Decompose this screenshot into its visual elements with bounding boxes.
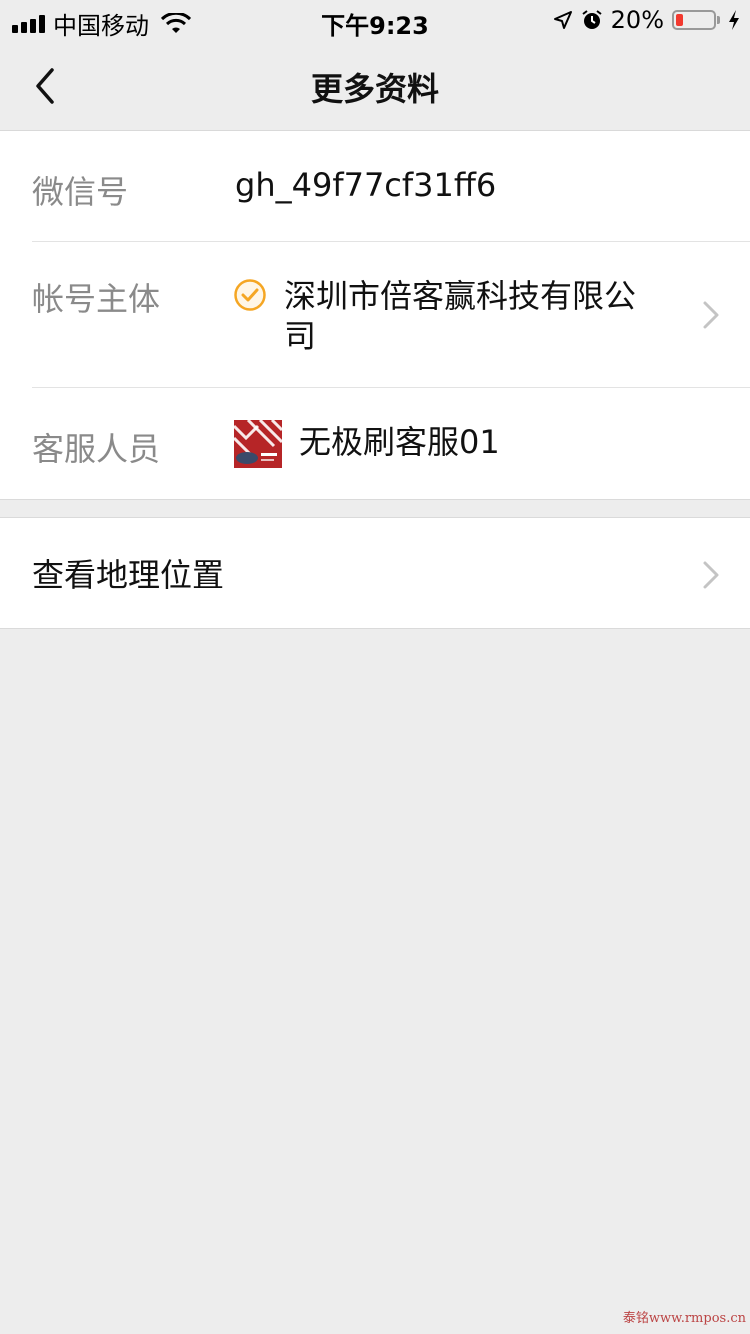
page-title: 更多资料 bbox=[310, 70, 439, 108]
battery-icon bbox=[672, 10, 716, 30]
customer-service-value: 无极刷客服01 bbox=[299, 423, 500, 461]
nav-bar: 更多资料 bbox=[0, 40, 750, 131]
profile-card: 微信号 gh_49f77cf31ff6 帐号主体 深圳市倍客赢科技有限公司 客服… bbox=[0, 131, 750, 500]
view-location-label: 查看地理位置 bbox=[32, 556, 225, 594]
wechat-id-value: gh_49f77cf31ff6 bbox=[235, 166, 497, 204]
view-location-row[interactable]: 查看地理位置 bbox=[0, 517, 750, 629]
entity-label: 帐号主体 bbox=[32, 280, 161, 318]
location-icon bbox=[553, 11, 572, 29]
alarm-icon bbox=[582, 10, 602, 29]
chevron-right-icon bbox=[703, 301, 719, 329]
battery-percent: 20% bbox=[610, 6, 664, 34]
watermark: 泰铭www.rmpos.cn bbox=[622, 1311, 746, 1326]
customer-service-label: 客服人员 bbox=[32, 430, 161, 468]
wechat-id-row: 微信号 gh_49f77cf31ff6 bbox=[0, 131, 750, 241]
customer-service-row[interactable]: 客服人员 无极刷客服01 bbox=[0, 388, 750, 499]
wechat-id-label: 微信号 bbox=[32, 173, 129, 211]
charging-icon bbox=[729, 10, 739, 30]
verified-check-icon bbox=[234, 279, 266, 311]
entity-row[interactable]: 帐号主体 深圳市倍客赢科技有限公司 bbox=[0, 242, 750, 387]
chevron-right-icon bbox=[703, 561, 719, 589]
entity-value: 深圳市倍客赢科技有限公司 bbox=[284, 277, 637, 355]
avatar[interactable] bbox=[234, 420, 282, 468]
status-bar: 中国移动 下午9:23 20% bbox=[0, 0, 750, 40]
